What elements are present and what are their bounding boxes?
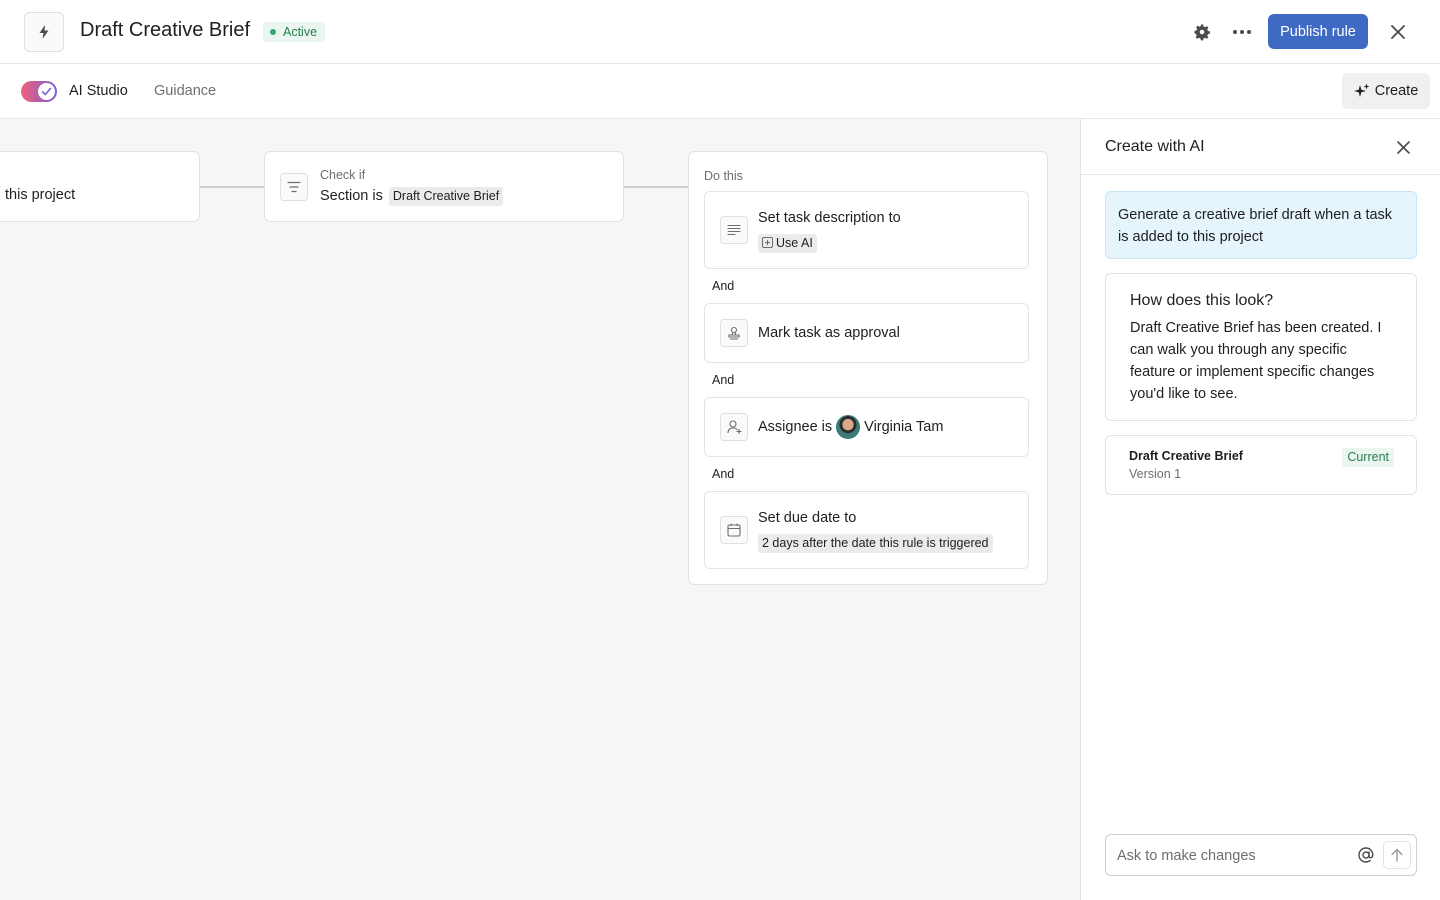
version-number: Version 1 — [1129, 467, 1182, 481]
filter-lines-icon — [287, 181, 301, 193]
version-card[interactable]: Draft Creative Brief Version 1 Current — [1105, 435, 1417, 495]
chat-input-container — [1105, 834, 1417, 876]
use-ai-chip[interactable]: Use AI — [758, 234, 817, 253]
actions-card: Do this Set task description to Use AI A… — [688, 151, 1048, 585]
mention-button[interactable] — [1356, 845, 1376, 865]
action-mark-approval[interactable]: Mark task as approval — [704, 303, 1029, 363]
condition-label: Check if — [320, 168, 366, 182]
panel-header: Create with AI — [1081, 119, 1440, 175]
assignee-name[interactable]: Virginia Tam — [864, 419, 943, 435]
approval-stamp-icon — [728, 326, 740, 340]
actions-label: Do this — [704, 169, 743, 183]
current-badge: Current — [1342, 448, 1394, 467]
ai-reply-message: How does this look? Draft Creative Brief… — [1105, 273, 1417, 421]
more-options-button[interactable] — [1230, 20, 1254, 44]
close-panel-button[interactable] — [1391, 135, 1415, 159]
and-label: And — [712, 467, 735, 481]
sub-bar: AI Studio Guidance Create — [0, 64, 1440, 119]
action-title: Set due date to — [758, 510, 857, 526]
user-prompt-message: Generate a creative brief draft when a t… — [1105, 191, 1417, 259]
due-date-chip[interactable]: 2 days after the date this rule is trigg… — [758, 534, 993, 553]
action-icon-tile — [720, 216, 748, 244]
close-rule-button[interactable] — [1386, 20, 1410, 44]
reply-body: Draft Creative Brief has been created. I… — [1130, 320, 1382, 402]
connector-line — [199, 186, 265, 188]
top-bar: Draft Creative Brief Active Publish rule — [0, 0, 1440, 64]
action-title: Mark task as approval — [758, 325, 900, 341]
use-ai-label: Use AI — [776, 236, 813, 250]
send-button[interactable] — [1383, 841, 1411, 869]
action-title: Assignee is — [758, 419, 833, 435]
condition-text: Section is — [320, 188, 383, 204]
assignee-row: Assignee is Virginia Tam — [758, 415, 943, 440]
avatar — [836, 415, 861, 440]
action-icon-tile — [720, 516, 748, 544]
due-date-chip-wrap: 2 days after the date this rule is trigg… — [758, 534, 993, 553]
close-icon — [1391, 25, 1405, 39]
sparkle-icon — [1353, 83, 1370, 97]
reply-title: How does this look? — [1130, 292, 1274, 309]
status-badge: Active — [263, 22, 326, 42]
more-horizontal-icon — [1233, 30, 1251, 34]
action-icon-tile — [720, 413, 748, 441]
action-due-date[interactable]: Set due date to 2 days after the date th… — [704, 491, 1029, 569]
panel-title: Create with AI — [1105, 138, 1205, 155]
rule-canvas: this project Check if Section is Draft C… — [0, 119, 1080, 900]
section-chip[interactable]: Draft Creative Brief — [388, 187, 504, 206]
ai-box-icon — [762, 237, 773, 248]
calendar-icon — [727, 523, 741, 537]
action-set-description[interactable]: Set task description to Use AI — [704, 191, 1029, 269]
and-label: And — [712, 373, 735, 387]
at-sign-icon — [1358, 847, 1374, 863]
connector-line — [623, 186, 689, 188]
condition-row: Section is Draft Creative Brief — [320, 187, 504, 206]
lightning-icon — [39, 25, 49, 39]
tab-guidance[interactable]: Guidance — [154, 83, 216, 99]
chat-input[interactable] — [1117, 845, 1347, 867]
add-person-icon — [726, 420, 741, 434]
and-label: And — [712, 279, 735, 293]
close-icon — [1396, 140, 1410, 154]
trigger-card[interactable]: this project — [0, 151, 200, 222]
arrow-up-icon — [1391, 848, 1403, 862]
trigger-text: this project — [5, 187, 76, 203]
create-with-ai-panel: Create with AI Generate a creative brief… — [1080, 119, 1440, 900]
page-title: Draft Creative Brief — [80, 19, 251, 41]
action-icon-tile — [720, 319, 748, 347]
settings-button[interactable] — [1190, 20, 1214, 44]
ai-studio-toggle[interactable] — [21, 81, 57, 102]
action-title: Set task description to — [758, 210, 901, 226]
rule-icon-box — [24, 12, 64, 52]
version-name: Draft Creative Brief — [1129, 449, 1243, 463]
condition-card[interactable]: Check if Section is Draft Creative Brief — [264, 151, 624, 222]
publish-rule-button[interactable]: Publish rule — [1268, 14, 1368, 49]
tab-ai-studio[interactable]: AI Studio — [69, 83, 128, 99]
create-button-label: Create — [1374, 83, 1419, 99]
text-lines-icon — [727, 224, 741, 236]
action-assignee[interactable]: Assignee is Virginia Tam — [704, 397, 1029, 457]
check-icon — [41, 87, 52, 96]
toggle-knob — [38, 83, 55, 100]
condition-icon-tile — [280, 173, 308, 201]
create-button[interactable]: Create — [1342, 73, 1430, 109]
gear-icon — [1194, 24, 1210, 41]
